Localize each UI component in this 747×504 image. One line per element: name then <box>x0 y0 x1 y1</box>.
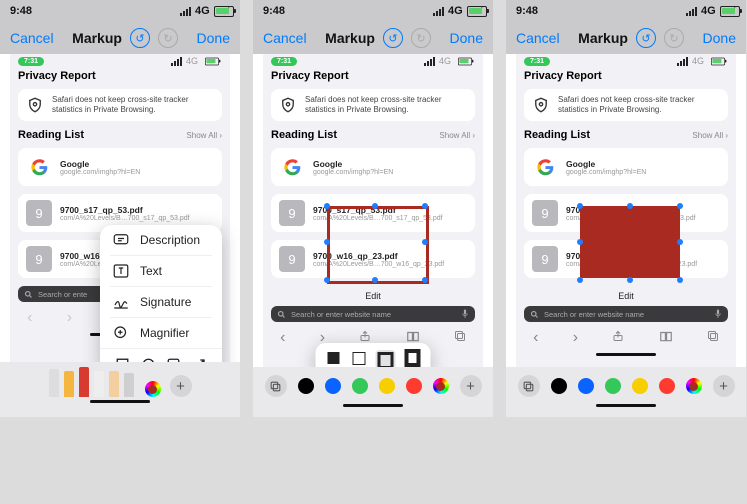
back-icon[interactable]: ‹ <box>27 309 32 327</box>
duplicate-button[interactable] <box>265 375 287 397</box>
markup-toolbar: Cancel Markup ↺ ↻ Done <box>0 22 240 54</box>
color-black[interactable] <box>551 378 567 394</box>
color-green[interactable] <box>352 378 368 394</box>
google-icon <box>26 154 52 180</box>
done-button[interactable]: Done <box>450 30 483 46</box>
pencil-tool[interactable] <box>79 367 89 397</box>
show-all-button[interactable]: Show All › <box>186 131 222 140</box>
cancel-button[interactable]: Cancel <box>263 30 307 46</box>
undo-button[interactable]: ↺ <box>636 28 656 48</box>
add-button[interactable]: + <box>713 375 735 397</box>
popover-description[interactable]: Description <box>100 225 222 255</box>
color-blue[interactable] <box>578 378 594 394</box>
color-black[interactable] <box>298 378 314 394</box>
url-bar[interactable]: Search or enter website name <box>524 306 728 322</box>
eraser-tool[interactable] <box>94 371 104 397</box>
fill-outline-thick[interactable] <box>405 350 421 366</box>
add-button[interactable]: + <box>170 375 192 397</box>
pane-1: 9:48 4G⚡︎ Cancel Markup ↺ ↻ Done 7:31 4G… <box>0 0 240 417</box>
duplicate-button[interactable] <box>518 375 540 397</box>
color-red[interactable] <box>406 378 422 394</box>
device-status-bar: 9:48 4G⚡︎ <box>0 0 240 22</box>
device-time: 9:48 <box>10 5 32 17</box>
cancel-button[interactable]: Cancel <box>10 30 54 46</box>
signal-icon <box>180 7 191 16</box>
reading-list-heading: Reading List <box>18 129 84 141</box>
color-picker[interactable] <box>145 381 161 397</box>
cancel-button[interactable]: Cancel <box>516 30 560 46</box>
privacy-card: Safari does not keep cross-site tracker … <box>18 89 222 121</box>
done-button[interactable]: Done <box>703 30 736 46</box>
lasso-tool[interactable] <box>109 371 119 397</box>
tool-strip: + <box>506 367 746 417</box>
privacy-text: Safari does not keep cross-site tracker … <box>52 95 214 115</box>
pane-2: 9:484G⚡︎ CancelMarkup↺↻Done 7:314G Priva… <box>253 0 493 417</box>
forward-icon[interactable]: › <box>67 309 72 327</box>
fill-outline-thin[interactable] <box>351 350 367 366</box>
show-all-button[interactable]: Show All › <box>692 131 728 140</box>
pane-3: 9:484G⚡︎ CancelMarkup↺↻Done 7:314G Priva… <box>506 0 746 417</box>
color-green[interactable] <box>605 378 621 394</box>
inner-status-bar: 7:31 4G <box>10 54 230 68</box>
pdf-icon: 9 <box>26 200 52 226</box>
redo-button[interactable]: ↻ <box>158 28 178 48</box>
search-icon <box>24 290 33 299</box>
redo-button[interactable]: ↻ <box>411 28 431 48</box>
battery-icon <box>214 6 234 17</box>
tool-strip: + <box>0 362 240 417</box>
edit-button[interactable]: Edit <box>516 286 736 306</box>
drawn-rectangle[interactable] <box>580 206 680 278</box>
redo-button[interactable]: ↻ <box>664 28 684 48</box>
network-label: 4G <box>195 5 210 17</box>
add-button[interactable]: + <box>460 375 482 397</box>
recording-pill: 7:31 <box>18 57 44 66</box>
home-indicator <box>90 400 150 403</box>
color-blue[interactable] <box>325 378 341 394</box>
undo-button[interactable]: ↺ <box>130 28 150 48</box>
color-picker[interactable] <box>686 378 702 394</box>
marker-tool[interactable] <box>64 371 74 397</box>
list-item[interactable]: Googlegoogle.com/imghp?hl=EN <box>18 148 222 186</box>
pen-tool[interactable] <box>49 369 59 397</box>
show-all-button[interactable]: Show All › <box>439 131 475 140</box>
color-yellow[interactable] <box>379 378 395 394</box>
screenshot-canvas[interactable]: 7:314G Privacy Report Safari does not ke… <box>516 54 736 417</box>
ruler-tool[interactable] <box>124 373 134 397</box>
pdf-icon: 9 <box>26 246 52 272</box>
popover-magnifier[interactable]: Magnifier <box>100 318 222 348</box>
shield-icon <box>26 96 44 114</box>
url-bar[interactable]: Search or enter website name <box>271 306 475 322</box>
markup-title: Markup <box>72 30 122 46</box>
popover-signature[interactable]: Signature <box>100 287 222 317</box>
drawn-rectangle[interactable] <box>327 206 429 284</box>
popover-text[interactable]: Text <box>100 256 222 286</box>
done-button[interactable]: Done <box>197 30 230 46</box>
color-red[interactable] <box>659 378 675 394</box>
edit-button[interactable]: Edit <box>263 286 483 306</box>
color-picker[interactable] <box>433 378 449 394</box>
privacy-heading: Privacy Report <box>10 70 230 84</box>
add-popover: Description Text Signature Magnifier <box>100 225 222 379</box>
undo-button[interactable]: ↺ <box>383 28 403 48</box>
fill-solid[interactable] <box>326 350 342 366</box>
color-yellow[interactable] <box>632 378 648 394</box>
tool-strip: + <box>253 367 493 417</box>
